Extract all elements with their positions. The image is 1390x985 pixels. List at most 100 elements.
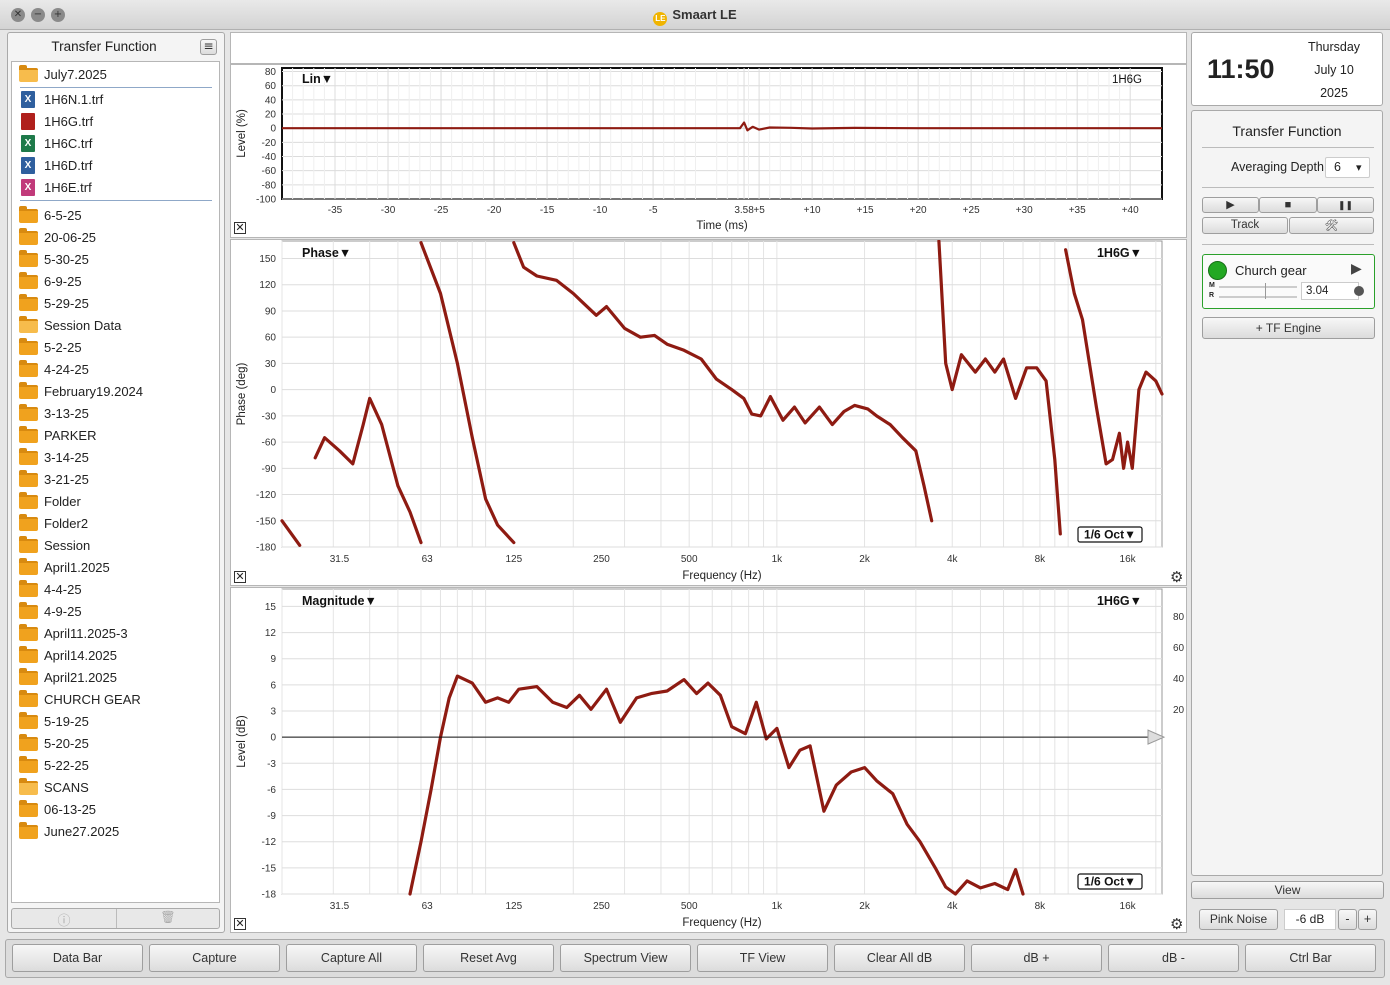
play-button[interactable]: ▶: [1202, 197, 1259, 213]
folder-item[interactable]: 3-13-25: [12, 403, 217, 425]
folder-icon: [19, 206, 38, 223]
capture-all-button[interactable]: Capture All: [286, 944, 417, 972]
close-phase-plot-icon[interactable]: ✕: [234, 571, 246, 583]
file-item[interactable]: 1H6G.trf: [12, 111, 217, 133]
divider: [1202, 147, 1374, 148]
track-button[interactable]: Track: [1202, 217, 1288, 234]
pink-noise-button[interactable]: Pink Noise: [1199, 909, 1278, 930]
averaging-depth-select[interactable]: 6 ▾: [1325, 157, 1370, 178]
folder-item[interactable]: 5-19-25: [12, 711, 217, 733]
y-tick-label: 3: [270, 707, 276, 718]
folder-item[interactable]: April21.2025: [12, 667, 217, 689]
divider: [20, 87, 212, 88]
phase-plot-panel: 150 120 90 60 30 0 -30 -60 -90 -120 -150 -180 31.5 63…: [230, 239, 1187, 586]
folder-item[interactable]: 5-20-25: [12, 733, 217, 755]
folder-icon: [19, 536, 38, 553]
folder-item[interactable]: June27.2025: [12, 821, 217, 843]
stop-button[interactable]: ■: [1259, 197, 1317, 213]
folder-item[interactable]: Folder: [12, 491, 217, 513]
x-tick-label: +35: [1069, 205, 1086, 216]
folder-item[interactable]: 06-13-25: [12, 799, 217, 821]
folder-item[interactable]: 4-4-25: [12, 579, 217, 601]
folder-item[interactable]: February19.2024: [12, 381, 217, 403]
data-bar-button[interactable]: Data Bar: [12, 944, 143, 972]
folder-item[interactable]: April11.2025-3: [12, 623, 217, 645]
folder-item[interactable]: CHURCH GEAR: [12, 689, 217, 711]
magnitude-plot-svg[interactable]: 15129630-3-6-9-12-15-1831.5 63 125 250 500 1k…: [231, 588, 1186, 932]
plot-area: [281, 588, 1163, 895]
folder-item[interactable]: 3-14-25: [12, 447, 217, 469]
clear-all-db-button[interactable]: Clear All dB: [834, 944, 965, 972]
phase-settings-gear-icon[interactable]: ⚙: [1170, 570, 1184, 585]
info-icon[interactable]: ⓘ: [12, 910, 116, 929]
noise-level-field[interactable]: -6 dB: [1284, 909, 1336, 930]
phase-plot-svg[interactable]: 150 120 90 60 30 0 -30 -60 -90 -120 -150 -180 31.5 63…: [231, 240, 1186, 585]
y-tick-label: -6: [267, 785, 276, 796]
folder-item[interactable]: 6-5-25: [12, 205, 217, 227]
document-icon: X: [21, 157, 35, 174]
ctrl-bar-button[interactable]: Ctrl Bar: [1245, 944, 1376, 972]
file-browser-list[interactable]: July7.2025 X 1H6N.1.trf 1H6G.trf X 1H6C.trf X 1…: [11, 61, 220, 903]
pause-button[interactable]: ❚❚: [1317, 197, 1374, 213]
folder-item[interactable]: April14.2025: [12, 645, 217, 667]
folder-item[interactable]: Session: [12, 535, 217, 557]
engine-arrow-icon[interactable]: ▶: [1351, 260, 1362, 277]
folder-item[interactable]: PARKER: [12, 425, 217, 447]
y-tick-label: 80: [265, 67, 277, 78]
folder-item[interactable]: Session Data: [12, 315, 217, 337]
time-plot-svg[interactable]: 80 60 40 20 0 -20 -40 -60 -80 -100 -35 -30 -25 -20 -15…: [231, 65, 1186, 237]
tf-engine-card[interactable]: Church gear ▶ M R 3.04: [1202, 254, 1375, 309]
delay-value-field[interactable]: 3.04: [1301, 282, 1359, 300]
file-item[interactable]: X 1H6N.1.trf: [12, 89, 217, 111]
close-magnitude-plot-icon[interactable]: ✕: [234, 918, 246, 930]
folder-item[interactable]: 5-22-25: [12, 755, 217, 777]
folder-item[interactable]: 4-24-25: [12, 359, 217, 381]
record-dot-icon[interactable]: [1354, 286, 1364, 296]
folder-label: 5-22-25: [44, 758, 89, 773]
y-tick-label: -60: [262, 438, 277, 449]
close-time-plot-icon[interactable]: ✕: [234, 222, 246, 234]
y-axis-title: Level (%): [236, 109, 248, 158]
folder-item[interactable]: 3-21-25: [12, 469, 217, 491]
file-item[interactable]: X 1H6D.trf: [12, 155, 217, 177]
document-icon: X: [21, 179, 35, 196]
folder-item[interactable]: 5-30-25: [12, 249, 217, 271]
x-tick-label: +25: [963, 205, 980, 216]
db-button[interactable]: dB +: [971, 944, 1102, 972]
x-tick-label: -20: [487, 205, 502, 216]
folder-item[interactable]: Folder2: [12, 513, 217, 535]
meter-r-bar: [1219, 296, 1297, 298]
folder-item[interactable]: 5-2-25: [12, 337, 217, 359]
trash-icon[interactable]: 🗑: [117, 910, 219, 927]
x-tick-label: -5: [649, 205, 658, 216]
capture-button[interactable]: Capture: [149, 944, 280, 972]
engine-status-icon[interactable]: [1208, 261, 1227, 280]
folder-item[interactable]: 5-29-25: [12, 293, 217, 315]
y-tick-label: 30: [265, 359, 277, 370]
sidebar-menu-button[interactable]: ≡: [200, 39, 217, 55]
noise-plus-button[interactable]: +: [1358, 909, 1377, 930]
folder-icon: [19, 646, 38, 663]
spectrum-view-button[interactable]: Spectrum View: [560, 944, 691, 972]
view-button[interactable]: View: [1191, 881, 1384, 899]
db-button[interactable]: dB -: [1108, 944, 1239, 972]
reset-avg-button[interactable]: Reset Avg: [423, 944, 554, 972]
y-tick-label: 9: [270, 654, 276, 665]
open-folder-item[interactable]: July7.2025: [12, 64, 217, 86]
add-tf-engine-button[interactable]: + TF Engine: [1202, 317, 1375, 339]
y-tick-label: 120: [259, 280, 276, 291]
folder-item[interactable]: 4-9-25: [12, 601, 217, 623]
magnitude-settings-gear-icon[interactable]: ⚙: [1170, 917, 1184, 932]
file-item[interactable]: X 1H6E.trf: [12, 177, 217, 199]
folder-item[interactable]: 6-9-25: [12, 271, 217, 293]
folder-item[interactable]: April1.2025: [12, 557, 217, 579]
folder-item[interactable]: SCANS: [12, 777, 217, 799]
folder-item[interactable]: 20-06-25: [12, 227, 217, 249]
tf-view-button[interactable]: TF View: [697, 944, 828, 972]
file-item[interactable]: X 1H6C.trf: [12, 133, 217, 155]
x-tick-label: 8k: [1035, 901, 1047, 912]
noise-minus-button[interactable]: -: [1338, 909, 1357, 930]
tools-icon[interactable]: 🛠: [1289, 217, 1374, 234]
y-tick-label: -90: [262, 464, 277, 475]
meter-m-label: M: [1209, 282, 1215, 289]
